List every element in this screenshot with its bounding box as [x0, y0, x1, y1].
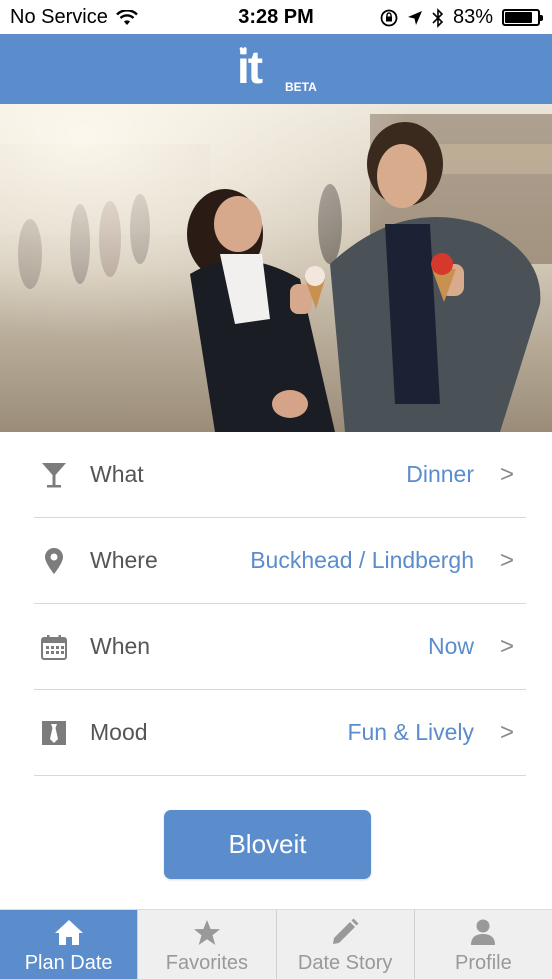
tab-plan-date[interactable]: Plan Date	[0, 910, 138, 979]
person-icon	[470, 916, 496, 948]
tab-profile[interactable]: Profile	[413, 910, 552, 979]
bloveit-button[interactable]: Bloveit	[164, 810, 371, 879]
tie-icon	[34, 720, 74, 746]
battery-fill	[505, 12, 532, 23]
battery-icon	[502, 9, 543, 26]
option-when-label: When	[90, 633, 151, 659]
chevron-right-icon: >	[499, 632, 514, 660]
home-icon	[53, 916, 85, 948]
chevron-right-icon: >	[499, 718, 514, 746]
option-where-value: Buckhead / Lindbergh	[250, 547, 474, 573]
bluetooth-icon	[432, 7, 444, 28]
option-mood-value: Fun & Lively	[347, 719, 474, 745]
calendar-icon	[34, 634, 74, 660]
option-when-value: Now	[427, 633, 474, 659]
option-what[interactable]: What Dinner >	[34, 432, 526, 518]
tab-bar: Plan Date Favorites Date Story Profile	[0, 909, 552, 979]
battery-percent: 83%	[452, 6, 493, 28]
app-header: ♥ it BETA	[0, 34, 552, 104]
tab-plan-date-label: Plan Date	[24, 952, 113, 974]
tab-favorites[interactable]: Favorites	[137, 910, 275, 979]
option-what-value: Dinner	[406, 461, 474, 487]
tab-favorites-label: Favorites	[165, 952, 248, 974]
option-what-label: What	[90, 461, 144, 487]
tab-date-story-label: Date Story	[297, 952, 393, 974]
option-when[interactable]: When Now >	[34, 604, 526, 690]
location-arrow-icon	[407, 10, 422, 25]
star-icon	[193, 916, 221, 948]
tab-date-story[interactable]: Date Story	[275, 910, 414, 979]
option-where-label: Where	[90, 547, 158, 573]
status-right: 83%	[380, 6, 543, 29]
orientation-lock-icon	[380, 9, 398, 26]
pencil-icon	[331, 916, 359, 948]
hero-photo	[0, 104, 552, 432]
chevron-right-icon: >	[499, 460, 514, 488]
couple-photo-illustration	[0, 104, 552, 432]
chevron-right-icon: >	[499, 546, 514, 574]
option-mood[interactable]: Mood Fun & Lively >	[34, 690, 526, 776]
app-logo: it	[237, 41, 263, 93]
map-pin-icon	[34, 547, 74, 575]
status-bar: No Service 3:28 PM 83%	[0, 0, 552, 34]
tab-profile-label: Profile	[455, 952, 512, 974]
beta-badge: BETA	[285, 80, 317, 94]
cocktail-glass-icon	[34, 461, 74, 489]
option-where[interactable]: Where Buckhead / Lindbergh >	[34, 518, 526, 604]
option-mood-label: Mood	[90, 719, 148, 745]
